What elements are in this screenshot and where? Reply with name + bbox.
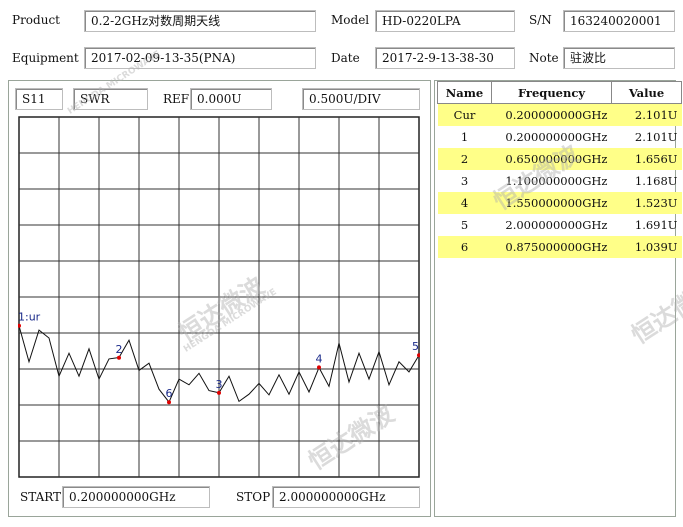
marker-value-cell: 1.691U [634,218,678,232]
marker-label: 6 [166,387,173,400]
marker-value-cell: 2.101U [634,130,678,144]
start-field: 0.200000000GHz [62,486,210,508]
marker-label: 4 [316,352,323,365]
product-label: Product [12,13,60,27]
marker-label: 1:ur [18,311,41,324]
marker-row[interactable]: 5 2.000000000GHz 1.691U [438,214,682,236]
marker-label: 3 [216,378,223,391]
scale-field: 0.500U/DIV [302,88,420,110]
marker-table-body: Cur 0.200000000GHz 2.101U 1 0.200000000GHz 2.… [437,103,682,258]
marker-label: 2 [116,343,123,356]
marker-frequency-cell: 1.100000000GHz [505,174,608,188]
marker-label: 5 [412,340,419,353]
swr-plot: 1:ur 2 3 4 5 6 [18,116,420,478]
marker-name-cell: 5 [460,218,469,232]
marker-row[interactable]: 1 0.200000000GHz 2.101U [438,126,682,148]
note-label: Note [529,51,559,65]
model-label: Model [331,13,370,27]
stop-label: STOP [236,490,271,504]
marker-frequency-cell: 0.200000000GHz [491,103,612,126]
format-field: SWR [73,88,148,110]
marker-value-cell: 1.168U [634,174,678,188]
stop-field: 2.000000000GHz [272,486,420,508]
marker-name-cell: 3 [460,174,469,188]
marker-point [167,400,171,405]
marker-name-cell: Cur [437,103,492,126]
marker-name-cell: 1 [460,130,469,144]
product-field: 0.2-2GHz对数周期天线 [84,10,316,32]
marker-name-cell: 2 [437,148,492,170]
start-label: START [20,490,62,504]
note-field: 驻波比 [563,47,675,69]
marker-frequency-cell: 1.550000000GHz [491,192,612,214]
marker-row[interactable]: 3 1.100000000GHz 1.168U [438,170,682,192]
marker-name-cell: 4 [437,192,492,214]
marker-row[interactable]: 2 0.650000000GHz 1.656U [437,148,682,170]
marker-row[interactable]: 4 1.550000000GHz 1.523U [437,192,682,214]
equipment-label: Equipment [12,51,79,65]
ref-field: 0.000U [190,88,272,110]
ref-label: REF [163,92,190,106]
marker-value-cell: 1.656U [611,148,682,170]
marker-point [317,365,321,370]
marker-value-cell: 1.039U [611,236,682,258]
param-field: S11 [15,88,63,110]
sn-label: S/N [529,13,552,27]
marker-name-cell: 6 [437,236,492,258]
marker-frequency-cell: 0.650000000GHz [491,148,612,170]
marker-value-cell: 2.101U [611,103,682,126]
marker-point [117,355,121,360]
marker-table: Name Frequency Value Cur 0.200000000GHz 2.… [437,81,682,258]
marker-frequency-cell: 0.875000000GHz [491,236,612,258]
value-column-header: Value [611,81,682,104]
marker-row[interactable]: Cur 0.200000000GHz 2.101U [437,103,682,126]
model-field: HD-0220LPA [375,10,515,32]
date-field: 2017-2-9-13-38-30 [375,47,515,69]
frequency-column-header: Frequency [491,81,612,104]
sn-field: 163240020001 [563,10,675,32]
name-column-header: Name [437,81,492,104]
date-label: Date [331,51,360,65]
marker-frequency-cell: 2.000000000GHz [505,218,608,232]
equipment-field: 2017-02-09-13-35(PNA) [84,47,316,69]
marker-frequency-cell: 0.200000000GHz [505,130,608,144]
marker-point [217,390,221,395]
marker-value-cell: 1.523U [611,192,682,214]
marker-row[interactable]: 6 0.875000000GHz 1.039U [437,236,682,258]
